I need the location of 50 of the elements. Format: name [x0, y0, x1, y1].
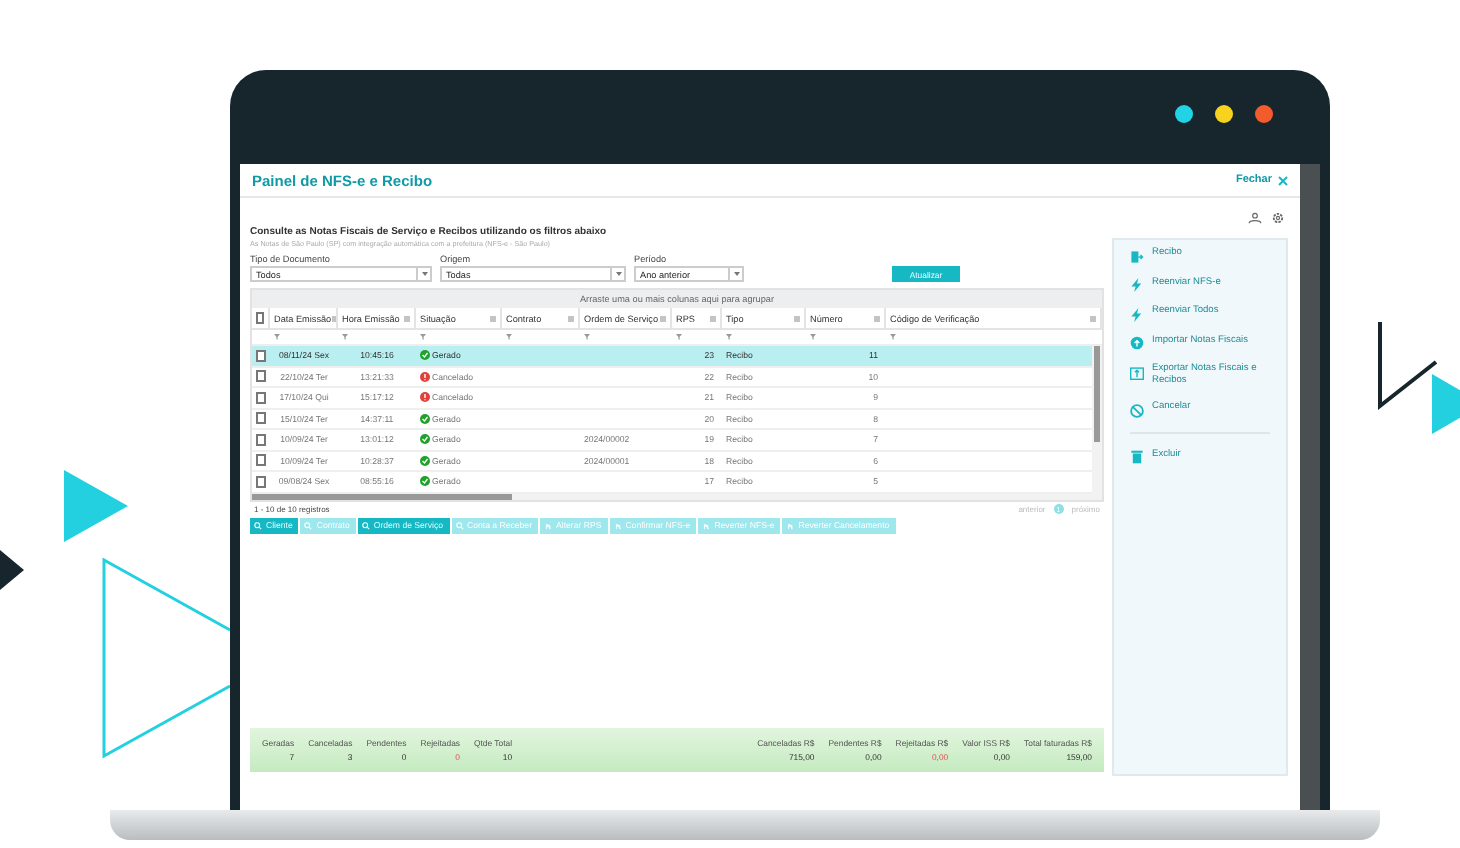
export-icon	[1130, 365, 1144, 379]
hand-icon	[786, 521, 795, 529]
search-icon	[254, 521, 262, 529]
check-circle-icon	[420, 476, 430, 487]
caret-icon	[421, 272, 427, 276]
search-icon	[361, 521, 370, 529]
users-icon[interactable]	[1248, 212, 1262, 224]
filter-icon[interactable]	[726, 334, 732, 340]
alert-circle-icon	[420, 392, 430, 403]
close-icon	[1278, 175, 1288, 185]
checkbox[interactable]	[256, 370, 266, 383]
trash-icon	[1130, 450, 1144, 465]
settings-icon[interactable]	[1272, 212, 1284, 224]
check-circle-icon	[420, 350, 430, 361]
check-circle-icon	[420, 413, 430, 424]
hand-icon	[702, 521, 711, 529]
checkbox[interactable]	[256, 391, 266, 404]
caret-icon	[733, 272, 739, 276]
alert-circle-icon	[420, 371, 430, 382]
filter-icon[interactable]	[274, 334, 280, 340]
filter-icon[interactable]	[676, 334, 682, 340]
lightning-icon	[1130, 278, 1144, 292]
cancel-icon	[1130, 403, 1144, 418]
checkbox[interactable]	[256, 475, 266, 488]
hand-icon	[544, 521, 553, 529]
filter-icon[interactable]	[342, 334, 348, 340]
lightning-icon	[1130, 307, 1144, 321]
checkbox[interactable]	[256, 433, 266, 446]
receipt-icon	[1130, 249, 1144, 263]
filter-icon[interactable]	[890, 334, 896, 340]
filter-icon[interactable]	[506, 334, 512, 340]
scrollbar-thumb[interactable]	[1094, 346, 1100, 442]
scrollbar-thumb[interactable]	[252, 493, 512, 499]
triangle-drawing	[64, 470, 128, 542]
search-icon	[304, 521, 313, 529]
filter-icon[interactable]	[584, 334, 590, 340]
hand-icon	[613, 521, 622, 529]
check-circle-icon	[420, 455, 430, 466]
filter-icon[interactable]	[810, 334, 816, 340]
cloud-upload-icon	[1130, 336, 1144, 350]
triangle-drawing	[0, 550, 24, 590]
checkbox[interactable]	[256, 349, 266, 362]
checkbox[interactable]	[256, 454, 266, 467]
caret-icon	[615, 272, 621, 276]
search-icon	[455, 521, 464, 529]
checkbox[interactable]	[256, 312, 264, 324]
check-circle-icon	[420, 434, 430, 445]
filter-icon[interactable]	[420, 334, 426, 340]
checkbox[interactable]	[256, 412, 266, 425]
window-controls-drawing	[1174, 104, 1274, 124]
